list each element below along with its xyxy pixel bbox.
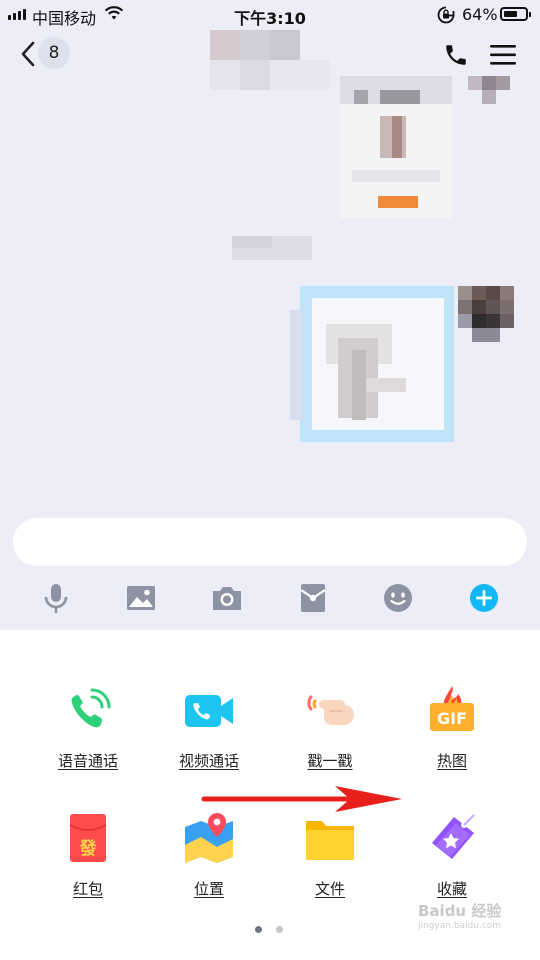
app-label: 红包 — [72, 880, 103, 898]
app-label: 收藏 — [436, 880, 467, 898]
poke-icon — [307, 695, 354, 725]
red-envelope-icon[interactable] — [296, 581, 330, 615]
emoji-icon[interactable] — [381, 581, 415, 615]
svg-text:發: 發 — [79, 838, 97, 859]
image-icon[interactable] — [124, 581, 158, 615]
unread-count-badge[interactable]: 8 — [38, 37, 70, 69]
app-label: 视频通话 — [178, 752, 239, 770]
clock: 下午3:10 — [234, 9, 306, 28]
camera-icon[interactable] — [210, 581, 244, 615]
rotation-lock-icon — [437, 6, 455, 24]
watermark-brand: Baidu 经验 — [418, 902, 502, 920]
message-input[interactable] — [13, 518, 527, 566]
battery-icon — [500, 7, 531, 21]
app-hot-gif[interactable]: GIF 热图 — [397, 683, 507, 771]
microphone-icon[interactable] — [39, 581, 73, 615]
app-video-call[interactable]: 视频通话 — [154, 683, 264, 771]
page-indicator-dot[interactable] — [255, 926, 262, 933]
page-indicator-dot[interactable] — [276, 926, 283, 933]
app-label: 热图 — [436, 752, 467, 770]
location-icon — [185, 813, 233, 863]
plus-icon[interactable] — [467, 581, 501, 615]
status-bar: 中国移动 下午3:10 64% — [0, 0, 540, 30]
phone-call-icon[interactable] — [443, 42, 469, 68]
app-label: 语音通话 — [57, 752, 118, 770]
watermark: Baidu 经验 jingyan.baidu.com — [418, 900, 501, 931]
back-arrow-icon[interactable] — [20, 41, 36, 67]
watermark-url: jingyan.baidu.com — [418, 921, 502, 931]
video-call-icon — [185, 695, 233, 727]
app-label: 文件 — [314, 880, 345, 898]
app-label: 戳一戳 — [307, 752, 353, 770]
gif-icon: GIF — [430, 686, 474, 731]
app-red-packet[interactable]: 發 红包 — [33, 811, 143, 899]
battery-percent: 64% — [462, 5, 498, 24]
favorites-icon — [432, 814, 475, 859]
menu-icon[interactable] — [490, 44, 516, 66]
app-file[interactable]: 文件 — [275, 811, 385, 899]
voice-call-icon — [71, 688, 111, 728]
app-location[interactable]: 位置 — [154, 811, 264, 899]
app-favorites[interactable]: 收藏 — [397, 811, 507, 899]
app-poke[interactable]: 戳一戳 — [275, 683, 385, 771]
swipe-arrow-annotation — [201, 786, 402, 812]
folder-icon — [306, 821, 354, 860]
svg-text:GIF: GIF — [437, 709, 467, 728]
app-voice-call[interactable]: 语音通话 — [33, 683, 143, 771]
app-label: 位置 — [193, 880, 224, 898]
red-packet-icon: 發 — [69, 814, 107, 862]
